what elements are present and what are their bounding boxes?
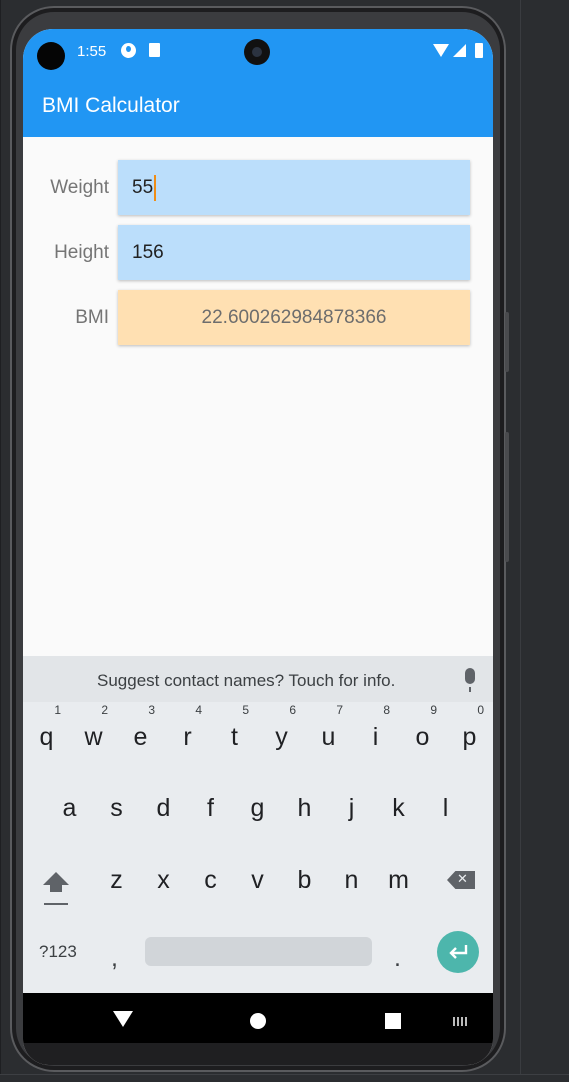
app-title: BMI Calculator bbox=[42, 94, 180, 117]
signal-icon bbox=[453, 44, 466, 57]
bmi-label: BMI bbox=[75, 307, 109, 328]
recents-icon[interactable] bbox=[385, 1013, 401, 1029]
navigation-bar bbox=[23, 993, 493, 1043]
key-o[interactable]: o9 bbox=[399, 703, 446, 762]
left-edge bbox=[0, 0, 1, 1081]
weight-label: Weight bbox=[50, 177, 109, 198]
key-label: t bbox=[231, 723, 238, 751]
key-q[interactable]: q1 bbox=[23, 703, 70, 762]
key-a[interactable]: a bbox=[46, 783, 93, 833]
wifi-icon bbox=[433, 44, 449, 57]
key-d[interactable]: d bbox=[140, 783, 187, 833]
emulator-divider bbox=[520, 0, 521, 1081]
space-bar[interactable] bbox=[145, 937, 372, 966]
key-hint: 6 bbox=[289, 703, 296, 717]
key-b[interactable]: b bbox=[281, 855, 328, 905]
sync-icon bbox=[121, 43, 136, 58]
camera-cutout bbox=[37, 42, 65, 70]
key-k[interactable]: k bbox=[375, 783, 422, 833]
key-hint: 7 bbox=[336, 703, 343, 717]
key-u[interactable]: u7 bbox=[305, 703, 352, 762]
status-time: 1:55 bbox=[77, 43, 107, 60]
key-j[interactable]: j bbox=[328, 783, 375, 833]
key-hint: 2 bbox=[101, 703, 108, 717]
key-s[interactable]: s bbox=[93, 783, 140, 833]
key-hint: 4 bbox=[195, 703, 202, 717]
key-label: y bbox=[275, 723, 288, 751]
back-icon[interactable] bbox=[113, 1011, 133, 1027]
bmi-result: 22.600262984878366 bbox=[118, 290, 470, 345]
key-label: i bbox=[372, 723, 379, 751]
key-w[interactable]: w2 bbox=[70, 703, 117, 762]
weight-value: 55 bbox=[132, 177, 154, 198]
suggestion-strip[interactable]: Suggest contact names? Touch for info. bbox=[23, 656, 493, 702]
key-g[interactable]: g bbox=[234, 783, 281, 833]
shift-icon[interactable] bbox=[43, 872, 69, 906]
sd-card-icon bbox=[149, 43, 160, 57]
key-c[interactable]: c bbox=[187, 855, 234, 905]
key-t[interactable]: t5 bbox=[211, 703, 258, 762]
key-hint: 5 bbox=[242, 703, 249, 717]
weight-input[interactable]: 55 bbox=[118, 160, 470, 215]
front-camera bbox=[244, 39, 270, 65]
keyboard-switch-icon[interactable] bbox=[453, 1017, 469, 1026]
volume-rocker[interactable] bbox=[505, 432, 509, 562]
key-m[interactable]: m bbox=[375, 855, 422, 905]
height-value: 156 bbox=[132, 242, 164, 263]
battery-icon bbox=[475, 43, 483, 58]
key-h[interactable]: h bbox=[281, 783, 328, 833]
app-bar: BMI Calculator bbox=[23, 73, 493, 137]
enter-key[interactable] bbox=[437, 931, 479, 973]
key-v[interactable]: v bbox=[234, 855, 281, 905]
power-button[interactable] bbox=[505, 312, 509, 372]
height-input[interactable]: 156 bbox=[118, 225, 470, 280]
status-bar: 1:55 bbox=[23, 29, 493, 73]
mic-icon[interactable] bbox=[465, 668, 475, 692]
key-r[interactable]: r4 bbox=[164, 703, 211, 762]
key-label: q bbox=[39, 723, 54, 751]
period-key[interactable]: . bbox=[394, 944, 401, 973]
key-e[interactable]: e3 bbox=[117, 703, 164, 762]
key-label: r bbox=[183, 723, 192, 751]
enter-icon bbox=[449, 945, 468, 959]
key-p[interactable]: p0 bbox=[446, 703, 493, 762]
screen-bezel-bottom bbox=[23, 1043, 493, 1065]
comma-key[interactable]: , bbox=[111, 944, 118, 973]
key-hint: 9 bbox=[430, 703, 437, 717]
backspace-icon[interactable] bbox=[447, 871, 475, 889]
suggestion-text[interactable]: Suggest contact names? Touch for info. bbox=[97, 671, 395, 691]
key-label: o bbox=[415, 723, 430, 751]
key-l[interactable]: l bbox=[422, 783, 469, 833]
key-label: w bbox=[84, 723, 103, 751]
key-i[interactable]: i8 bbox=[352, 703, 399, 762]
key-hint: 1 bbox=[54, 703, 61, 717]
device-screen: 1:55 BMI Calculator Weight 55 Height 156… bbox=[23, 29, 493, 1065]
key-label: p bbox=[462, 723, 477, 751]
key-hint: 3 bbox=[148, 703, 155, 717]
soft-keyboard: Suggest contact names? Touch for info. q… bbox=[23, 656, 493, 993]
key-f[interactable]: f bbox=[187, 783, 234, 833]
text-cursor bbox=[154, 174, 157, 201]
key-n[interactable]: n bbox=[328, 855, 375, 905]
key-z[interactable]: z bbox=[93, 855, 140, 905]
home-icon[interactable] bbox=[250, 1013, 266, 1029]
key-x[interactable]: x bbox=[140, 855, 187, 905]
height-label: Height bbox=[54, 242, 109, 263]
key-label: e bbox=[133, 723, 148, 751]
key-y[interactable]: y6 bbox=[258, 703, 305, 762]
symbols-key[interactable]: ?123 bbox=[39, 942, 77, 962]
key-label: u bbox=[321, 723, 336, 751]
key-hint: 8 bbox=[383, 703, 390, 717]
key-hint: 0 bbox=[477, 703, 484, 717]
